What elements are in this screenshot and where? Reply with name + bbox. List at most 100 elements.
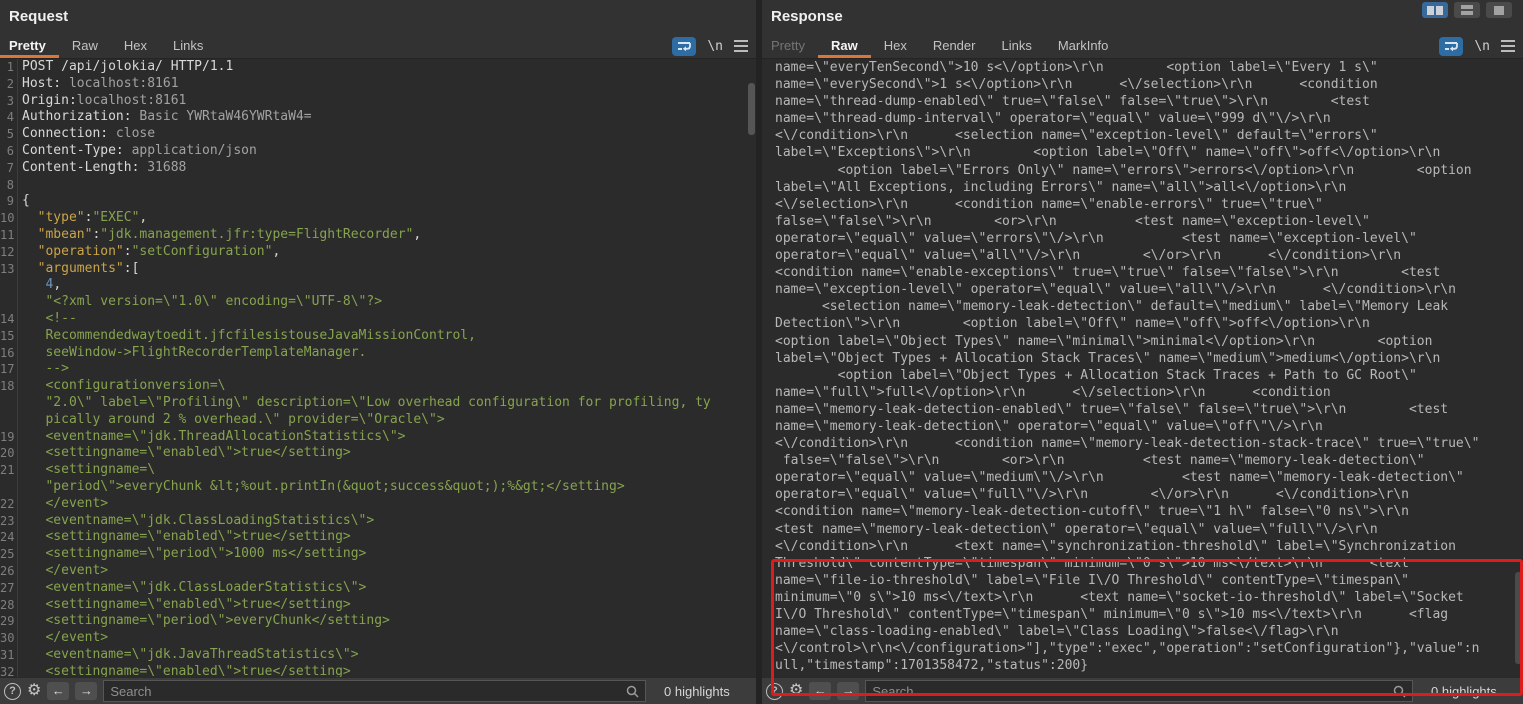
tab-pretty[interactable]: Pretty: [762, 34, 818, 58]
tab-render[interactable]: Render: [920, 34, 989, 58]
request-code-line: 18 <configurationversion=\: [0, 378, 756, 395]
rows-icon: [1461, 5, 1473, 15]
request-code-line: 10 "type":"EXEC",: [0, 210, 756, 227]
settings-gear-icon[interactable]: ⚙: [789, 683, 803, 699]
request-code-line: 27 <eventname=\"jdk.ClassLoaderStatistic…: [0, 580, 756, 597]
response-scrollbar-thumb[interactable]: [1515, 572, 1522, 664]
response-code-line: <\/condition>\r\n <condition name=\"memo…: [762, 435, 1523, 452]
response-panel-title: Response: [762, 0, 1523, 34]
request-code-line: 28 <settingname=\"enabled\">true</settin…: [0, 597, 756, 614]
search-prev-button[interactable]: ←: [809, 682, 831, 700]
layout-rows-button[interactable]: [1454, 2, 1480, 18]
response-code-line: <option label=\"Object Types\" name=\"mi…: [762, 333, 1523, 350]
help-icon[interactable]: ?: [766, 683, 783, 700]
tab-hex[interactable]: Hex: [111, 34, 160, 58]
request-scrollbar-thumb[interactable]: [748, 83, 755, 135]
response-tabbar: PrettyRawHexRenderLinksMarkInfo \n: [762, 34, 1523, 59]
search-input[interactable]: [104, 684, 626, 699]
request-code-line: 4Authorization: Basic YWRtaW46YWRtaW4=: [0, 109, 756, 126]
request-panel: Request PrettyRawHexLinks \n 1POST /api/…: [0, 0, 756, 704]
request-code-line: 8: [0, 177, 756, 194]
response-code-line: <\/condition>\r\n <text name=\"synchroni…: [762, 538, 1523, 555]
response-code-line: name=\"thread-dump-enabled\" true=\"fals…: [762, 93, 1523, 110]
response-code-line: false=\"false\">\r\n <or>\r\n <test name…: [762, 452, 1523, 469]
tab-pretty[interactable]: Pretty: [0, 34, 59, 58]
request-editor[interactable]: 1POST /api/jolokia/ HTTP/1.12Host: local…: [0, 59, 756, 678]
settings-gear-icon[interactable]: ⚙: [27, 683, 41, 699]
request-code-line: 11 "mbean":"jdk.management.jfr:type=Flig…: [0, 227, 756, 244]
response-code-line: <\/condition>\r\n <selection name=\"exce…: [762, 127, 1523, 144]
word-wrap-icon[interactable]: [672, 37, 696, 56]
request-code-line: 21 <settingname=\: [0, 462, 756, 479]
response-code-line: operator=\"equal\" value=\"all\"\/>\r\n …: [762, 247, 1523, 264]
request-panel-title: Request: [0, 0, 756, 34]
tab-links[interactable]: Links: [160, 34, 216, 58]
response-searchbar: ? ⚙ ← → 0 highlights: [762, 677, 1523, 704]
menu-icon[interactable]: [734, 40, 748, 52]
response-code-line: Detection\">\r\n <option label=\"Off\" n…: [762, 315, 1523, 332]
help-icon[interactable]: ?: [4, 683, 21, 700]
search-prev-button[interactable]: ←: [47, 682, 69, 700]
highlights-count: 0 highlights: [664, 684, 748, 699]
request-code-line: 30 </event>: [0, 630, 756, 647]
response-code-line: label=\"Exceptions\">\r\n <option label=…: [762, 144, 1523, 161]
menu-icon[interactable]: [1501, 40, 1515, 52]
search-next-button[interactable]: →: [75, 682, 97, 700]
tab-markinfo[interactable]: MarkInfo: [1045, 34, 1122, 58]
request-code-line: 19 <eventname=\"jdk.ThreadAllocationStat…: [0, 429, 756, 446]
response-code-line: name=\"class-loading-enabled\" label=\"C…: [762, 623, 1523, 640]
search-next-button[interactable]: →: [837, 682, 859, 700]
response-code-line: name=\"everyTenSecond\">10 s<\/option>\r…: [762, 59, 1523, 76]
response-code-line: <test name=\"memory-leak-detection\" ope…: [762, 521, 1523, 538]
response-code-line: <\/selection>\r\n <condition name=\"enab…: [762, 196, 1523, 213]
tab-raw[interactable]: Raw: [818, 34, 871, 58]
newline-icon[interactable]: \n: [707, 39, 723, 54]
response-code: name=\"everyTenSecond\">10 s<\/option>\r…: [762, 59, 1523, 674]
newline-icon[interactable]: \n: [1474, 39, 1490, 54]
response-code-line: <condition name=\"memory-leak-detection-…: [762, 503, 1523, 520]
response-code-line: name=\"thread-dump-interval\" operator=\…: [762, 110, 1523, 127]
request-code-line: 17 -->: [0, 361, 756, 378]
response-panel: Response PrettyRawHexRenderLinksMarkInfo…: [762, 0, 1523, 704]
tab-hex[interactable]: Hex: [871, 34, 920, 58]
request-code-line: 29 <settingname=\"period\">everyChunk</s…: [0, 613, 756, 630]
response-code-line: I\/O Threshold\" contentType=\"timespan\…: [762, 606, 1523, 623]
tab-links[interactable]: Links: [988, 34, 1044, 58]
request-code: 1POST /api/jolokia/ HTTP/1.12Host: local…: [0, 59, 756, 678]
response-code-line: name=\"everySecond\">1 s<\/option>\r\n <…: [762, 76, 1523, 93]
request-code-line: 20 <settingname=\"enabled\">true</settin…: [0, 445, 756, 462]
request-code-line: 1POST /api/jolokia/ HTTP/1.1: [0, 59, 756, 76]
request-code-line: 9{: [0, 193, 756, 210]
response-editor[interactable]: name=\"everyTenSecond\">10 s<\/option>\r…: [762, 59, 1523, 678]
response-code-line: operator=\"equal\" value=\"medium\"\/>\r…: [762, 469, 1523, 486]
response-code-line: label=\"All Exceptions, including Errors…: [762, 179, 1523, 196]
response-code-line: <condition name=\"enable-exceptions\" tr…: [762, 264, 1523, 281]
request-code-line: 6Content-Type: application/json: [0, 143, 756, 160]
response-code-line: <selection name=\"memory-leak-detection\…: [762, 298, 1523, 315]
highlights-count: 0 highlights: [1431, 684, 1515, 699]
layout-columns-button[interactable]: [1422, 2, 1448, 18]
request-code-line: 32 <settingname=\"enabled\">true</settin…: [0, 664, 756, 678]
request-code-line: 3Origin:localhost:8161: [0, 93, 756, 110]
request-code-line: 7Content-Length: 31688: [0, 160, 756, 177]
word-wrap-icon[interactable]: [1439, 37, 1463, 56]
request-code-line: pically around 2 % overhead.\" provider=…: [0, 412, 756, 429]
request-code-line: 23 <eventname=\"jdk.ClassLoadingStatisti…: [0, 513, 756, 530]
single-pane-icon: [1494, 6, 1504, 15]
request-code-line: 31 <eventname=\"jdk.JavaThreadStatistics…: [0, 647, 756, 664]
response-code-line: name=\"full\">full<\/option>\r\n <\/sele…: [762, 384, 1523, 401]
request-searchbar: ? ⚙ ← → 0 highlights: [0, 677, 756, 704]
response-code-line: false=\"false\">\r\n <or>\r\n <test name…: [762, 213, 1523, 230]
request-code-line: 4,: [0, 277, 756, 294]
tab-raw[interactable]: Raw: [59, 34, 111, 58]
response-code-line: label=\"Object Types + Allocation Stack …: [762, 350, 1523, 367]
request-code-line: 2Host: localhost:8161: [0, 76, 756, 93]
response-code-line: Threshold\" contentType=\"timespan\" min…: [762, 555, 1523, 572]
repeater-view: Request PrettyRawHexLinks \n 1POST /api/…: [0, 0, 1523, 704]
response-code-line: ull,"timestamp":1701358472,"status":200}: [762, 657, 1523, 674]
response-code-line: operator=\"equal\" value=\"errors\"\/>\r…: [762, 230, 1523, 247]
search-input[interactable]: [866, 684, 1393, 699]
request-code-line: 12 "operation":"setConfiguration",: [0, 244, 756, 261]
layout-single-button[interactable]: [1486, 2, 1512, 18]
request-code-line: 16 seeWindow->FlightRecorderTemplateMana…: [0, 345, 756, 362]
